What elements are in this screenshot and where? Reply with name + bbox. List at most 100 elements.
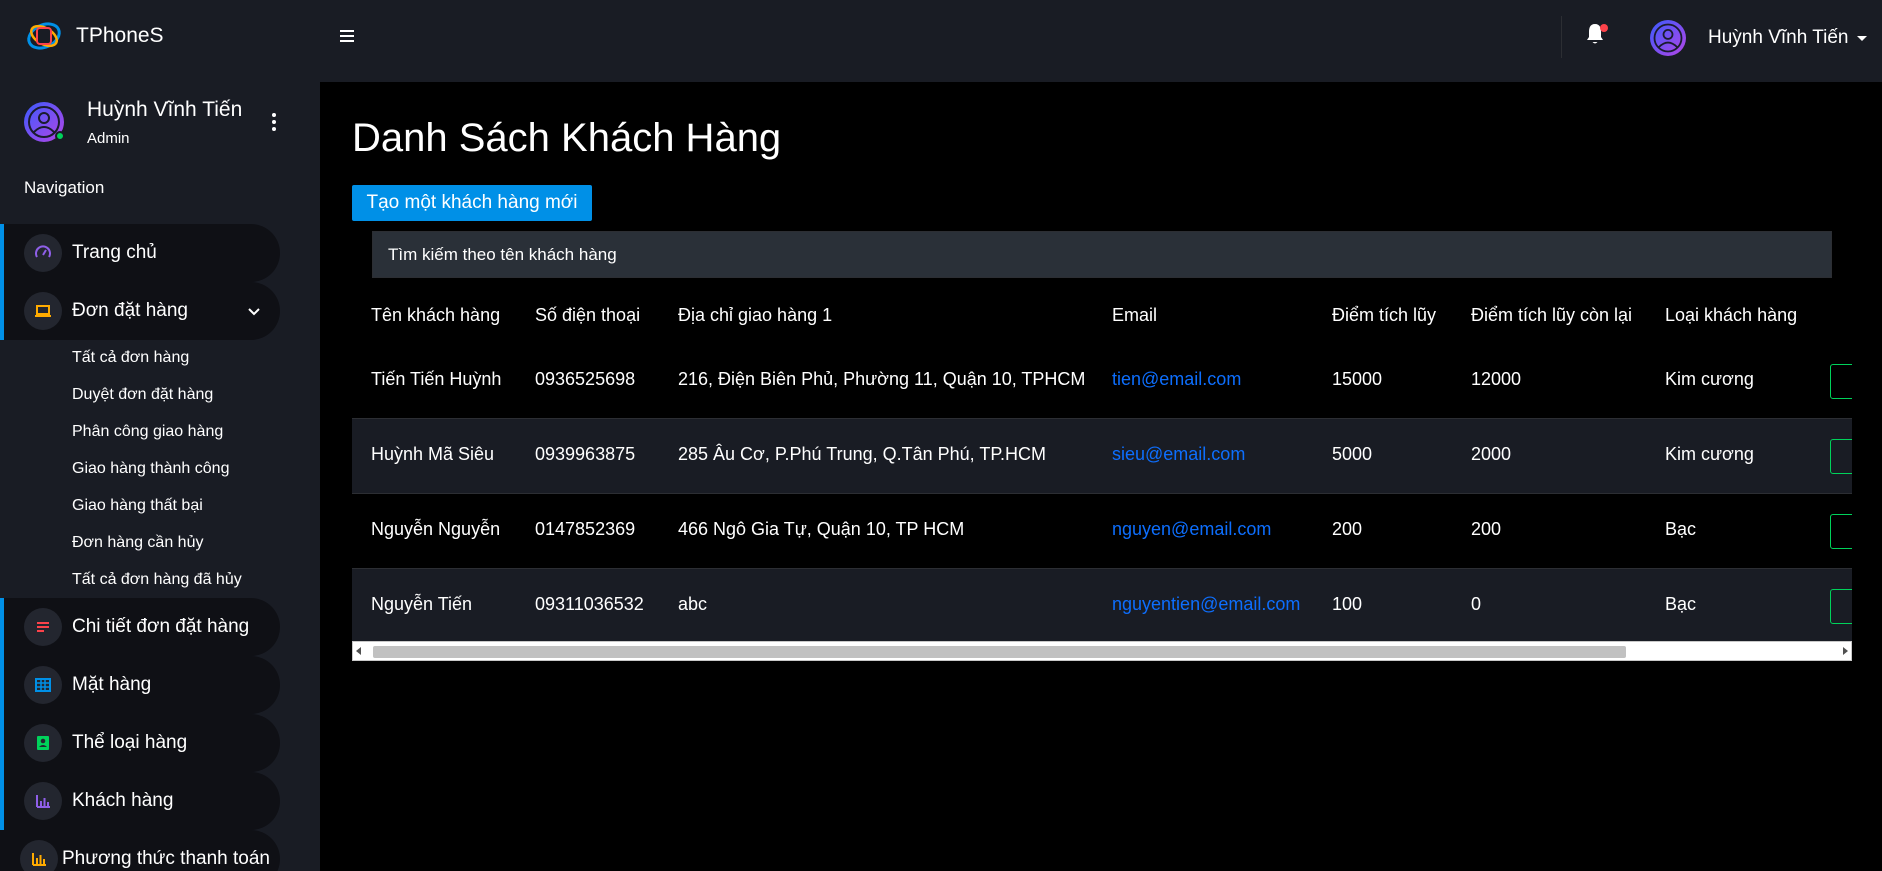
topbar: Huỳnh Vĩnh Tiến (320, 0, 1882, 82)
column-header: Điểm tích lũy còn lại (1471, 305, 1633, 325)
scroll-left-arrow-icon[interactable] (356, 647, 361, 655)
column-header: Email (1112, 305, 1158, 325)
column-header: Loại khách hàng (1665, 305, 1798, 325)
horizontal-scrollbar[interactable] (352, 641, 1852, 661)
logo-icon (27, 22, 61, 50)
sidebar-item-phuong-thuc-thanh-toan[interactable]: Phương thức thanh toán (0, 830, 280, 871)
table-row: Nguyễn Nguyễn 0147852369 466 Ngô Gia Tự,… (352, 494, 1852, 569)
menu-toggle-icon[interactable] (340, 28, 356, 44)
profile-role: Admin (87, 129, 130, 147)
user-avatar-icon (1650, 20, 1686, 56)
cell-remaining-points: 200 (1471, 519, 1502, 539)
sidebar-item-trang-chu[interactable]: Trang chủ (0, 224, 280, 282)
cell-name: Nguyễn Tiến (371, 594, 473, 614)
sidebar-item-don-dat-hang[interactable]: Đơn đặt hàng (0, 282, 280, 340)
submenu-item[interactable]: Đơn hàng cần hủy (72, 534, 203, 552)
brand-name: TPhoneS (76, 24, 164, 47)
table-icon (24, 666, 62, 704)
column-header: Điểm tích lũy (1332, 305, 1437, 325)
cell-address: 216, Điện Biên Phủ, Phường 11, Quận 10, … (678, 369, 1086, 389)
column-header: Tên khách hàng (371, 305, 501, 325)
submenu-item[interactable]: Tất cả đơn hàng (72, 349, 189, 367)
notification-bell-icon[interactable] (1584, 22, 1610, 50)
table-row: Tiến Tiến Huỳnh 0936525698 216, Điện Biê… (352, 344, 1852, 419)
user-dropdown[interactable]: Huỳnh Vĩnh Tiến (1650, 18, 1868, 58)
column-header: Địa chỉ giao hàng 1 (678, 305, 833, 325)
table-row: Huỳnh Mã Siêu 0939963875 285 Âu Cơ, P.Ph… (352, 419, 1852, 494)
cell-remaining-points: 12000 (1471, 369, 1522, 389)
scrollbar-thumb[interactable] (373, 646, 1626, 658)
customer-table: Tên khách hàng Số điện thoại Địa chỉ gia… (352, 290, 1852, 642)
cell-address: abc (678, 594, 708, 614)
sidebar-item-label: Mặt hàng (72, 674, 152, 695)
divider (1561, 16, 1562, 58)
caret-down-icon (1857, 35, 1868, 41)
cell-phone: 0936525698 (535, 369, 636, 389)
contacts-icon (24, 724, 62, 762)
cell-points: 15000 (1332, 369, 1383, 389)
sidebar-item-khach-hang[interactable]: Khách hàng (0, 772, 280, 830)
profile-name: Huỳnh Vĩnh Tiến (87, 97, 243, 121)
submenu-don-dat-hang: Tất cả đơn hàng Duyệt đơn đặt hàng Phân … (0, 342, 280, 598)
sidebar-item-label: Thể loại hàng (72, 732, 188, 753)
cell-email-link[interactable]: sieu@email.com (1112, 444, 1245, 465)
page-title: Danh Sách Khách Hàng (352, 116, 782, 160)
sidebar-item-label: Chi tiết đơn đặt hàng (72, 616, 250, 637)
nav-heading: Navigation (24, 178, 105, 197)
sidebar-profile: Huỳnh Vĩnh Tiến Admin (24, 92, 284, 152)
cell-customer-type: Bạc (1665, 594, 1697, 614)
chart-bar-icon (20, 840, 58, 871)
sidebar-item-the-loai-hang[interactable]: Thể loại hàng (0, 714, 280, 772)
cell-customer-type: Bạc (1665, 519, 1697, 539)
row-action-button[interactable] (1830, 589, 1852, 624)
scroll-right-arrow-icon[interactable] (1843, 647, 1848, 655)
cell-email-link[interactable]: nguyen@email.com (1112, 519, 1271, 540)
brand[interactable]: TPhoneS (24, 18, 164, 54)
topbar-user-name: Huỳnh Vĩnh Tiến (1708, 27, 1849, 48)
table-row: Nguyễn Tiến 09311036532 abc nguyentien@e… (352, 569, 1852, 642)
row-action-button[interactable] (1830, 364, 1852, 399)
cell-address: 466 Ngô Gia Tự, Quận 10, TP HCM (678, 519, 965, 539)
cell-phone: 0147852369 (535, 519, 636, 539)
sidebar-item-label: Trang chủ (72, 242, 157, 263)
cell-phone: 0939963875 (535, 444, 636, 464)
cell-name: Huỳnh Mã Siêu (371, 444, 495, 464)
sidebar-item-chi-tiet-don-dat-hang[interactable]: Chi tiết đơn đặt hàng (0, 598, 280, 656)
cell-name: Tiến Tiến Huỳnh (371, 369, 502, 389)
cell-remaining-points: 2000 (1471, 444, 1512, 464)
chart-bar-icon (24, 782, 62, 820)
cell-remaining-points: 0 (1471, 594, 1482, 614)
cell-customer-type: Kim cương (1665, 444, 1754, 464)
cell-points: 200 (1332, 519, 1363, 539)
sidebar-item-label: Khách hàng (72, 790, 174, 811)
profile-menu-icon[interactable] (264, 104, 284, 140)
cell-points: 100 (1332, 594, 1363, 614)
submenu-item[interactable]: Giao hàng thất bại (72, 497, 203, 515)
cell-address: 285 Âu Cơ, P.Phú Trung, Q.Tân Phú, TP.HC… (678, 444, 1046, 464)
sidebar-item-label: Đơn đặt hàng (72, 300, 188, 321)
avatar (1650, 20, 1686, 56)
cell-email-link[interactable]: nguyentien@email.com (1112, 594, 1300, 615)
sidebar-item-mat-hang[interactable]: Mặt hàng (0, 656, 280, 714)
speedometer-icon (24, 234, 62, 272)
cell-name: Nguyễn Nguyễn (371, 519, 501, 539)
cell-phone: 09311036532 (535, 594, 644, 614)
submenu-item[interactable]: Phân công giao hàng (72, 423, 223, 441)
row-action-button[interactable] (1830, 439, 1852, 474)
list-icon (24, 608, 62, 646)
submenu-item[interactable]: Duyệt đơn đặt hàng (72, 386, 213, 404)
laptop-icon (24, 292, 62, 330)
notification-badge (1600, 24, 1608, 32)
cell-customer-type: Kim cương (1665, 369, 1754, 389)
column-header: Số điện thoại (535, 305, 641, 325)
submenu-item[interactable]: Tất cả đơn hàng đã hủy (72, 571, 242, 589)
avatar[interactable] (24, 102, 65, 142)
sidebar: TPhoneS Huỳnh Vĩnh Tiến Admin Navigation… (0, 0, 320, 871)
chevron-down-icon (248, 308, 260, 316)
submenu-item[interactable]: Giao hàng thành công (72, 460, 229, 478)
cell-email-link[interactable]: tien@email.com (1112, 369, 1241, 390)
sidebar-item-label: Phương thức thanh toán (62, 848, 270, 869)
create-customer-button[interactable]: Tạo một khách hàng mới (352, 185, 592, 221)
search-input[interactable] (372, 231, 1832, 278)
row-action-button[interactable] (1830, 514, 1852, 549)
